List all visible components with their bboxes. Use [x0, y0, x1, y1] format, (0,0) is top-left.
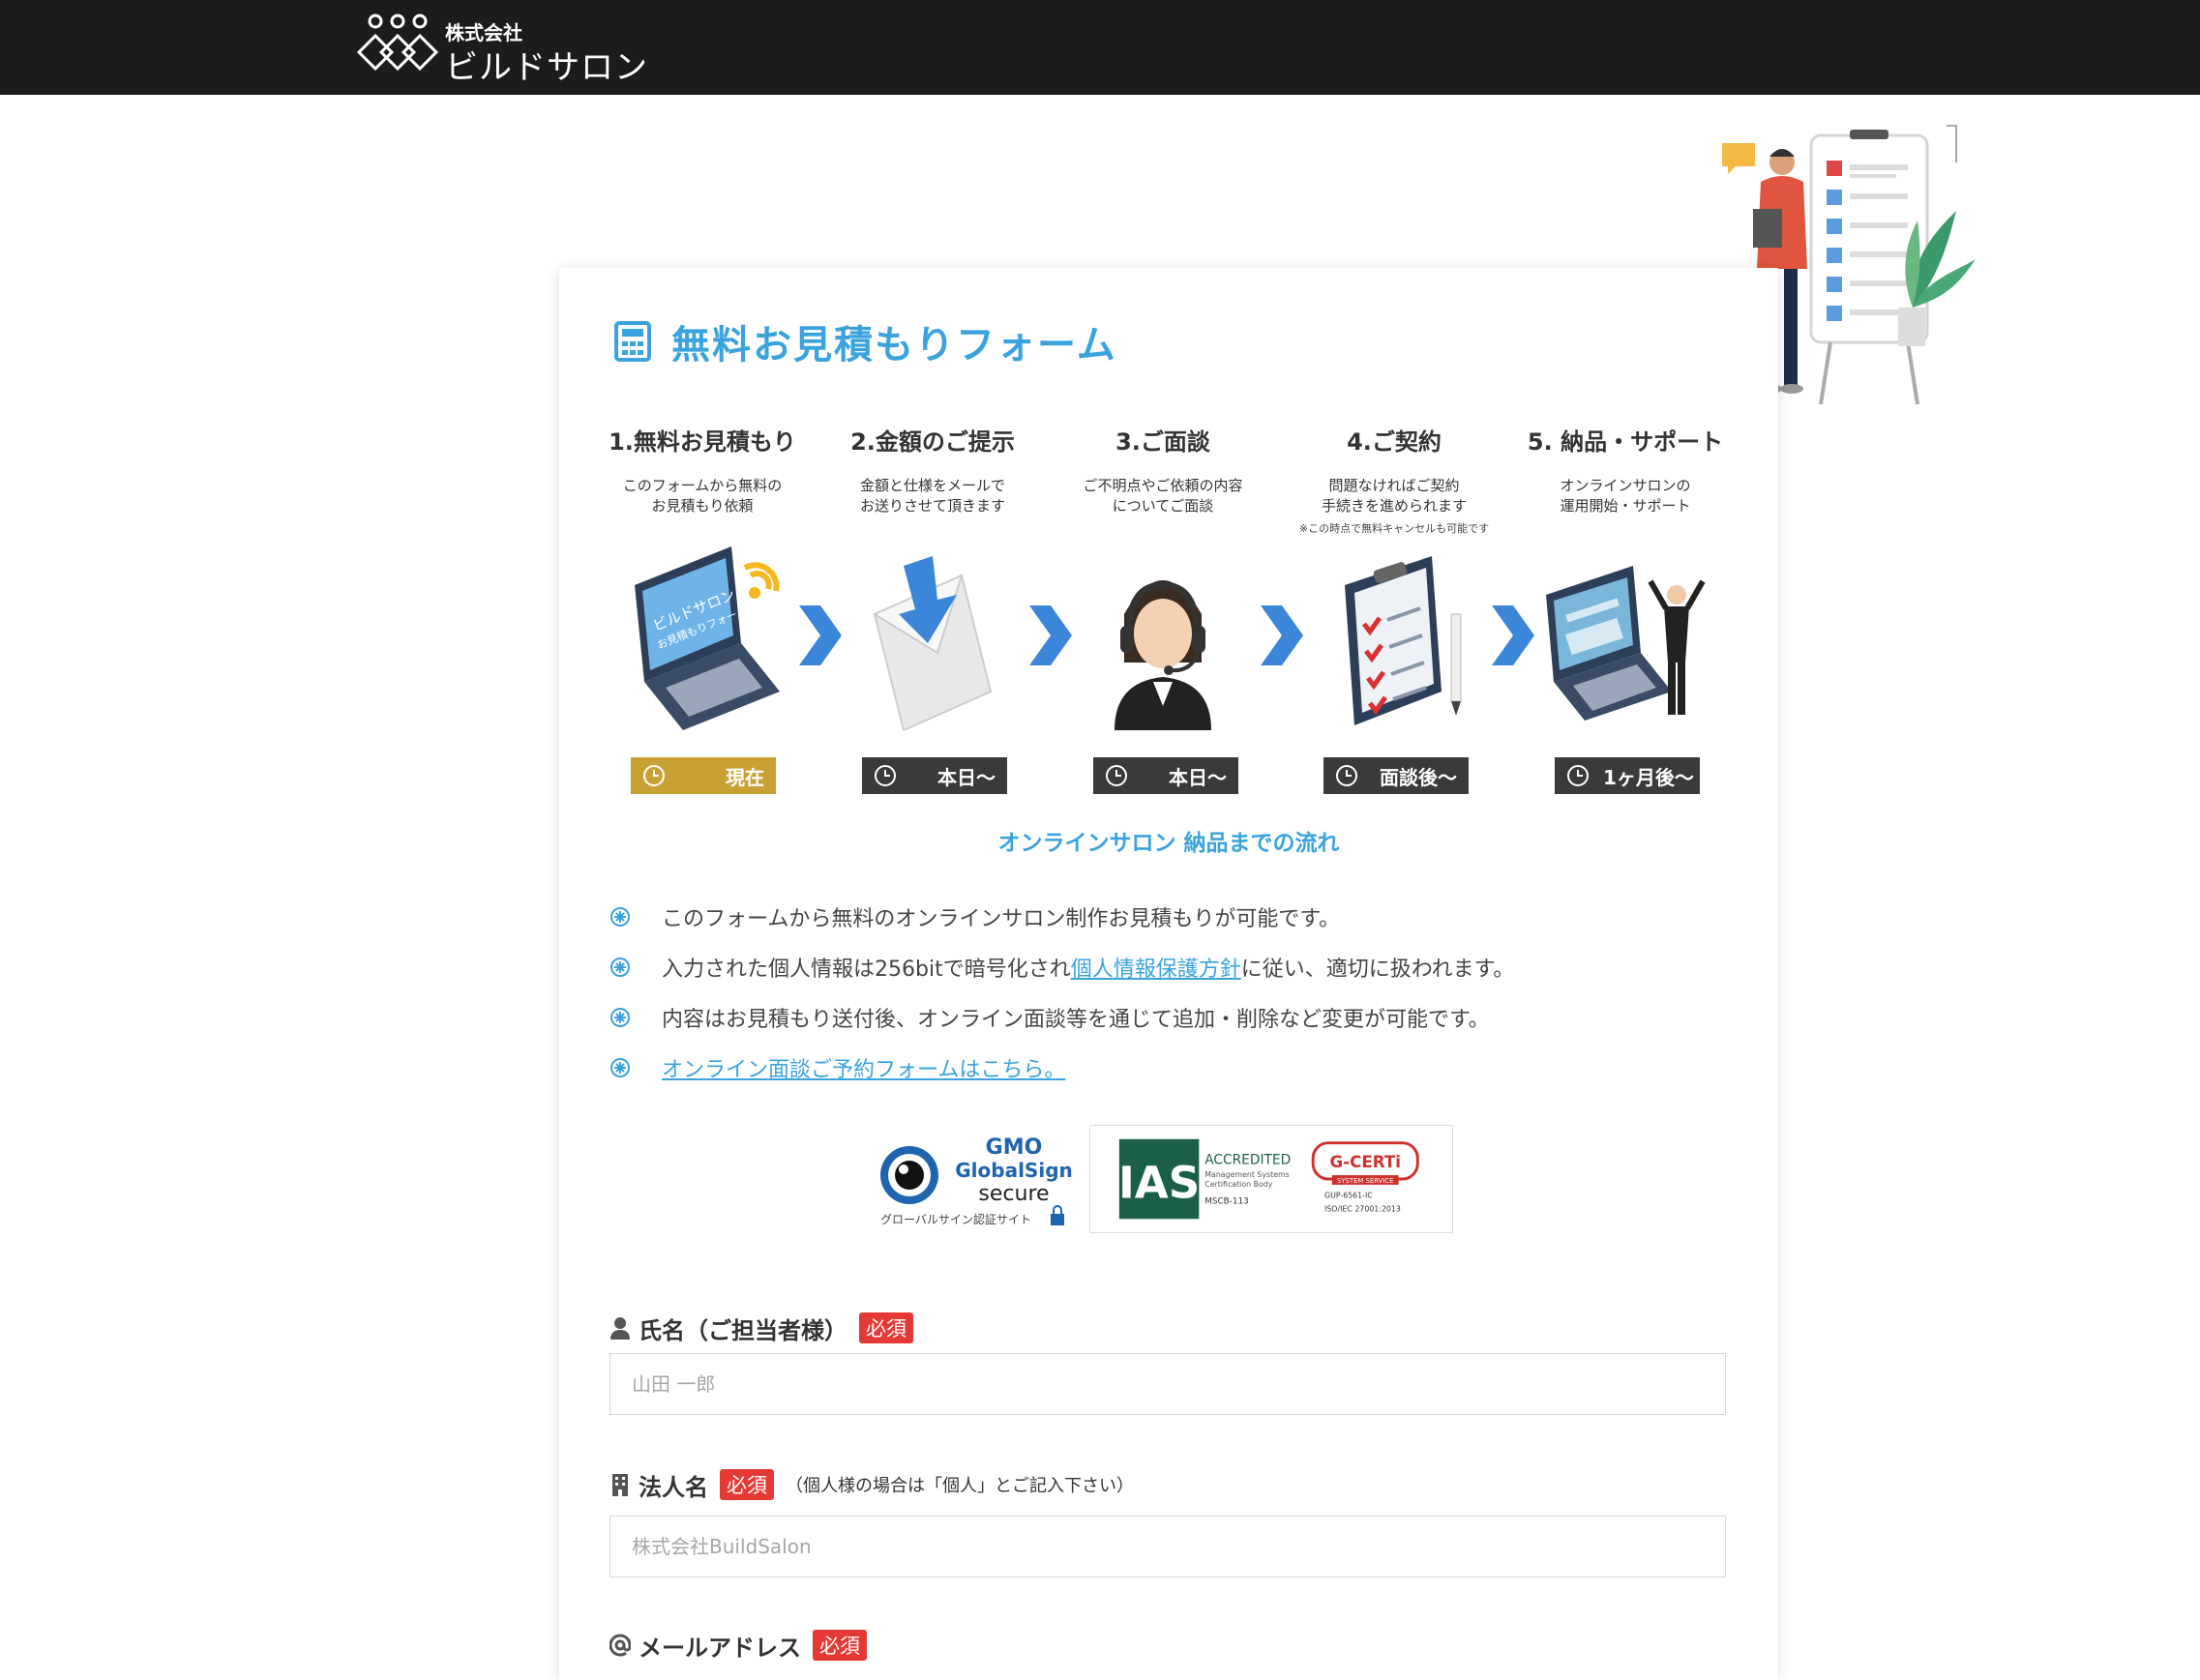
ias-gcerti-seal[interactable]: IAS ACCREDITED Management Systems Certif…: [1089, 1125, 1453, 1233]
logo-title: ビルドサロン: [445, 48, 648, 87]
header-bar: 株式会社 ビルドサロン: [0, 0, 2200, 95]
email-field-label: メールアドレス 必須: [609, 1628, 867, 1663]
step-4-timing-badge: 面談後〜: [1323, 757, 1469, 794]
gmo-brand: GMO: [986, 1135, 1043, 1160]
flow-step-4: 4.ご契約 問題なければご契約 手続きを進められます ※この時点で無料キャンセル…: [1284, 423, 1504, 536]
logo-mark-icon: [356, 14, 439, 72]
online-meeting-booking-link[interactable]: オンライン面談ご予約フォームはこちら。: [662, 1052, 1065, 1083]
step-title: 1.無料お見積もり: [609, 428, 796, 456]
calculator-icon: [614, 321, 651, 362]
name-field-label: 氏名（ご担当者様） 必須: [609, 1311, 913, 1345]
chevron-right-icon: [799, 605, 842, 665]
site-logo[interactable]: 株式会社 ビルドサロン: [354, 12, 647, 87]
clock-icon: [1567, 765, 1589, 786]
globalsign-seal[interactable]: GMO GlobalSign secure グローバルサイン認証サイト: [878, 1135, 1082, 1231]
badge-label: 現在: [726, 765, 764, 789]
clock-icon: [643, 765, 665, 786]
flow-step-1: 1.無料お見積もり このフォームから無料の お見積もり依頼: [592, 423, 813, 516]
gcerti-code: GUP-6561-IC: [1324, 1192, 1373, 1200]
badge-label: 本日〜: [937, 765, 996, 789]
label-hint: （個人様の場合は「個人」とご記入下さい）: [786, 1476, 1134, 1496]
ias-accredited: ACCREDITED: [1204, 1152, 1291, 1167]
step-description: ご不明点やご依頼の内容 についてご面談: [1083, 477, 1243, 515]
badge-label: 本日〜: [1169, 765, 1227, 789]
at-sign-icon: [609, 1634, 631, 1657]
bullet-snowflake-icon: [610, 1058, 630, 1077]
note-text: に従い、適切に扱われます。: [1240, 958, 1515, 982]
step-title: 5. 納品・サポート: [1527, 428, 1724, 456]
list-item: 内容はお見積もり送付後、オンライン面談等を通じて追加・削除など変更が可能です。: [609, 992, 1751, 1043]
step-title: 4.ご契約: [1347, 428, 1442, 456]
ias-line-2: Certification Body: [1204, 1180, 1273, 1189]
ias-line-1: Management Systems: [1204, 1170, 1290, 1179]
note-text: このフォームから無料のオンラインサロン制作お見積もりが可能です。: [662, 907, 1341, 931]
list-item: オンライン面談ご予約フォームはこちら。: [609, 1043, 1751, 1093]
step-2-timing-badge: 本日〜: [862, 757, 1007, 794]
required-badge: 必須: [859, 1312, 913, 1343]
ias-logo: IAS: [1118, 1158, 1200, 1209]
step-1-timing-badge: 現在: [631, 757, 776, 794]
step-note: ※この時点で無料キャンセルも可能です: [1298, 522, 1490, 535]
gmo-caption: グローバルサイン認証サイト: [880, 1212, 1031, 1226]
flow-step-3: 3.ご面談 ご不明点やご依頼の内容 についてご面談: [1053, 423, 1273, 516]
gcerti-iso: ISO/IEC 27001:2013: [1324, 1204, 1401, 1213]
gcerti-name: G-CERTi: [1329, 1153, 1400, 1171]
bullet-snowflake-icon: [610, 907, 630, 927]
company-input[interactable]: [609, 1516, 1726, 1577]
badge-label: 面談後〜: [1380, 765, 1457, 789]
name-input[interactable]: [609, 1353, 1726, 1415]
form-title: 無料お見積もりフォーム: [613, 316, 1117, 368]
user-icon: [610, 1317, 630, 1340]
step-title: 3.ご面談: [1115, 428, 1210, 456]
clipboard-checklist-icon: [1345, 556, 1462, 725]
step-description: オンラインサロンの 運用開始・サポート: [1560, 477, 1691, 515]
flow-caption: オンラインサロン 納品までの流れ: [997, 831, 1340, 856]
note-text: 入力された個人情報は256bitで暗号化され: [662, 958, 1071, 982]
required-badge: 必須: [720, 1469, 774, 1500]
label-text: 法人名: [639, 1473, 708, 1501]
privacy-policy-link[interactable]: 個人情報保護方針: [1071, 952, 1241, 983]
step-description: 金額と仕様をメールで お送りさせて頂きます: [859, 477, 1005, 515]
note-text: 内容はお見積もり送付後、オンライン面談等を通じて追加・削除など変更が可能です。: [662, 1008, 1490, 1032]
bullet-snowflake-icon: [610, 1008, 630, 1027]
step-5-timing-badge: 1ヶ月後〜: [1555, 757, 1700, 794]
list-item: 入力された個人情報は256bitで暗号化され 個人情報保護方針 に従い、適切に扱われ…: [609, 942, 1751, 992]
badge-label: 1ヶ月後〜: [1603, 765, 1694, 789]
chevron-right-icon: [1029, 605, 1072, 665]
security-seals: GMO GlobalSign secure グローバルサイン認証サイト IAS …: [878, 1125, 1459, 1236]
operator-headset-icon: [1115, 580, 1211, 730]
required-badge: 必須: [813, 1630, 867, 1661]
chevron-right-icon: [1261, 605, 1303, 665]
flow-step-2: 2.金額のご提示 金額と仕様をメールで お送りさせて頂きます: [822, 423, 1043, 516]
flow-step-5: 5. 納品・サポート オンラインサロンの 運用開始・サポート: [1515, 423, 1736, 516]
label-text: メールアドレス: [639, 1634, 801, 1662]
clock-icon: [875, 765, 896, 786]
estimate-form-card: 無料お見積もりフォーム 1.無料お見積もり このフォームから無料の お見積もり依…: [559, 268, 1778, 1680]
step-title: 2.金額のご提示: [850, 428, 1015, 456]
gmo-secure: secure: [978, 1182, 1049, 1206]
laptop-success-icon: [1546, 566, 1706, 721]
building-icon: [612, 1474, 628, 1496]
form-title-text: 無料お見積もりフォーム: [671, 323, 1117, 368]
step-3-timing-badge: 本日〜: [1093, 757, 1238, 794]
clock-icon: [1336, 765, 1357, 786]
chevron-right-icon: [1492, 605, 1534, 665]
ias-code: MSCB-113: [1204, 1197, 1248, 1207]
bullet-snowflake-icon: [610, 958, 630, 977]
company-field-label: 法人名 必須 （個人様の場合は「個人」とご記入下さい）: [609, 1467, 1134, 1502]
step-description: 問題なければご契約 手続きを進められます: [1321, 477, 1467, 515]
info-notes-list: このフォームから無料のオンラインサロン制作お見積もりが可能です。 入力された個人…: [609, 892, 1751, 1093]
clock-icon: [1106, 765, 1127, 786]
step-description: このフォームから無料の お見積もり依頼: [622, 477, 783, 515]
list-item: このフォームから無料のオンラインサロン制作お見積もりが可能です。: [609, 892, 1751, 942]
mail-envelope-icon: [872, 556, 993, 730]
gcerti-tag: SYSTEM SERVICE: [1337, 1177, 1393, 1185]
laptop-estimate-icon: ビルドサロン お見積もりフォーム: [635, 546, 780, 730]
gmo-name: GlobalSign: [955, 1159, 1073, 1182]
label-text: 氏名（ご担当者様）: [639, 1316, 847, 1344]
